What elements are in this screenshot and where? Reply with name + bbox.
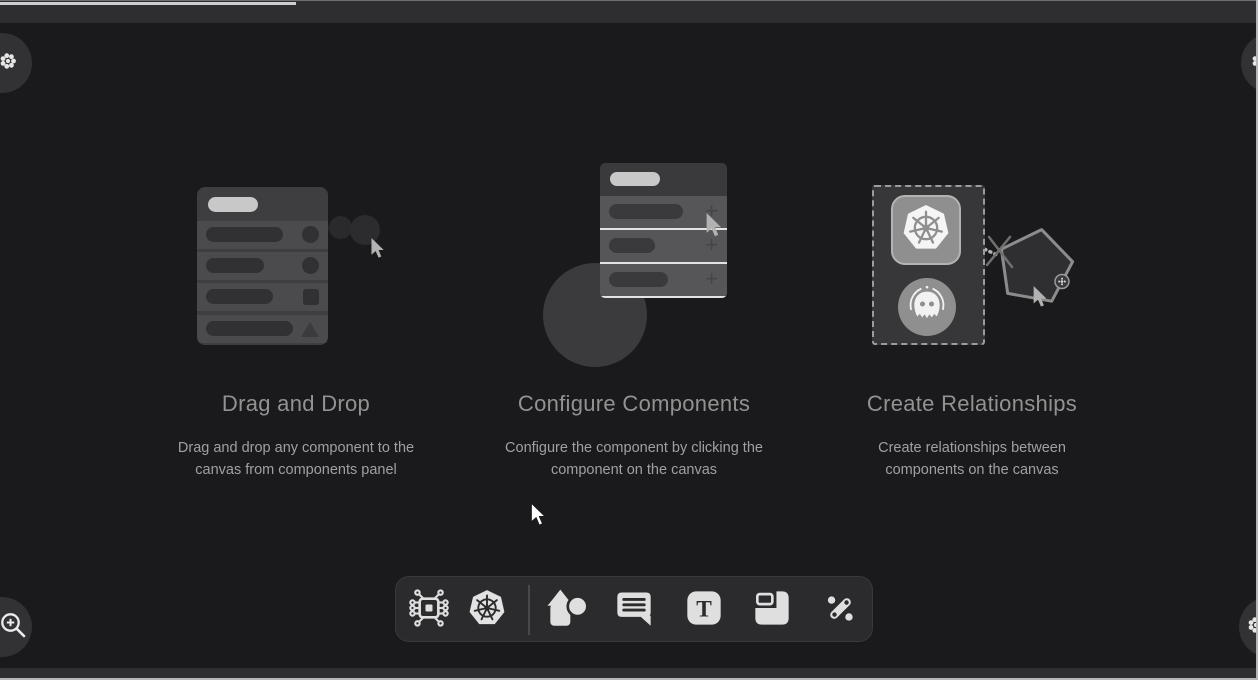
toolbar-divider [528,585,530,635]
onboarding-card-drag-and-drop: Drag and Drop Drag and drop any componen… [127,145,465,481]
kubernetes-icon [466,587,508,634]
panel-title-pill [208,197,258,212]
panel-row [197,315,328,343]
squid-mascot-icon [907,285,947,330]
card-description: Drag and drop any component to the canva… [167,437,425,481]
onboarding-cards: Drag and Drop Drag and drop any componen… [127,145,1141,481]
text-icon: T [684,588,724,633]
card-title: Configure Components [518,391,750,417]
relationship-edge-icon [821,589,859,632]
svg-text:T: T [696,596,712,622]
plus-glyph: + [705,266,718,292]
meshery-mascot-node-graphic [898,278,956,336]
loading-progress-bar [0,2,296,5]
selection-box-graphic [872,185,985,345]
card-title: Drag and Drop [222,391,370,417]
comment-icon [614,588,654,633]
configure-components-illustration: + + + [465,145,803,385]
relationship-tool-button[interactable] [818,588,862,632]
panel-row [197,221,328,249]
component-chip-icon [407,586,451,635]
kubernetes-icon [899,201,953,260]
comment-tool-button[interactable] [612,588,656,632]
onboarding-card-configure-components: + + + Configure Components Configure the… [465,145,803,481]
drag-and-drop-illustration [127,145,465,385]
card-description: Configure the component by clicking the … [488,437,780,481]
panel-header [197,187,328,221]
drag-trail-dot [329,216,352,239]
edge-handle-badge [1055,275,1069,289]
note-icon [752,588,792,633]
kubernetes-tool-button[interactable] [465,588,509,632]
panel-header [600,163,727,196]
cursor-arrow-graphic [1032,286,1051,309]
cursor-arrow-graphic [370,238,388,260]
onboarding-card-create-relationships: Create Relationships Create relationship… [803,145,1141,481]
zoom-icon [0,610,17,645]
canvas-toolbar: T [395,576,873,642]
shapes-icon [547,588,587,633]
text-tool-button[interactable]: T [682,588,726,632]
create-relationships-illustration [803,145,1141,385]
panel-row [197,283,328,311]
note-tool-button[interactable] [750,588,794,632]
mouse-cursor [531,503,548,527]
app-window: Drag and Drop Drag and drop any componen… [0,0,1258,680]
card-description: Create relationships between components … [856,437,1088,481]
kubernetes-node-graphic [891,195,961,265]
flower-dock-icon [0,48,15,79]
panel-row: + [600,262,727,296]
component-chip-tool-button[interactable] [407,588,451,632]
card-title: Create Relationships [867,391,1077,417]
cursor-arrow-graphic [705,213,726,239]
title-bar [0,0,1258,24]
components-panel-graphic [197,187,328,345]
panel-row [197,252,328,280]
shapes-tool-button[interactable] [545,588,589,632]
